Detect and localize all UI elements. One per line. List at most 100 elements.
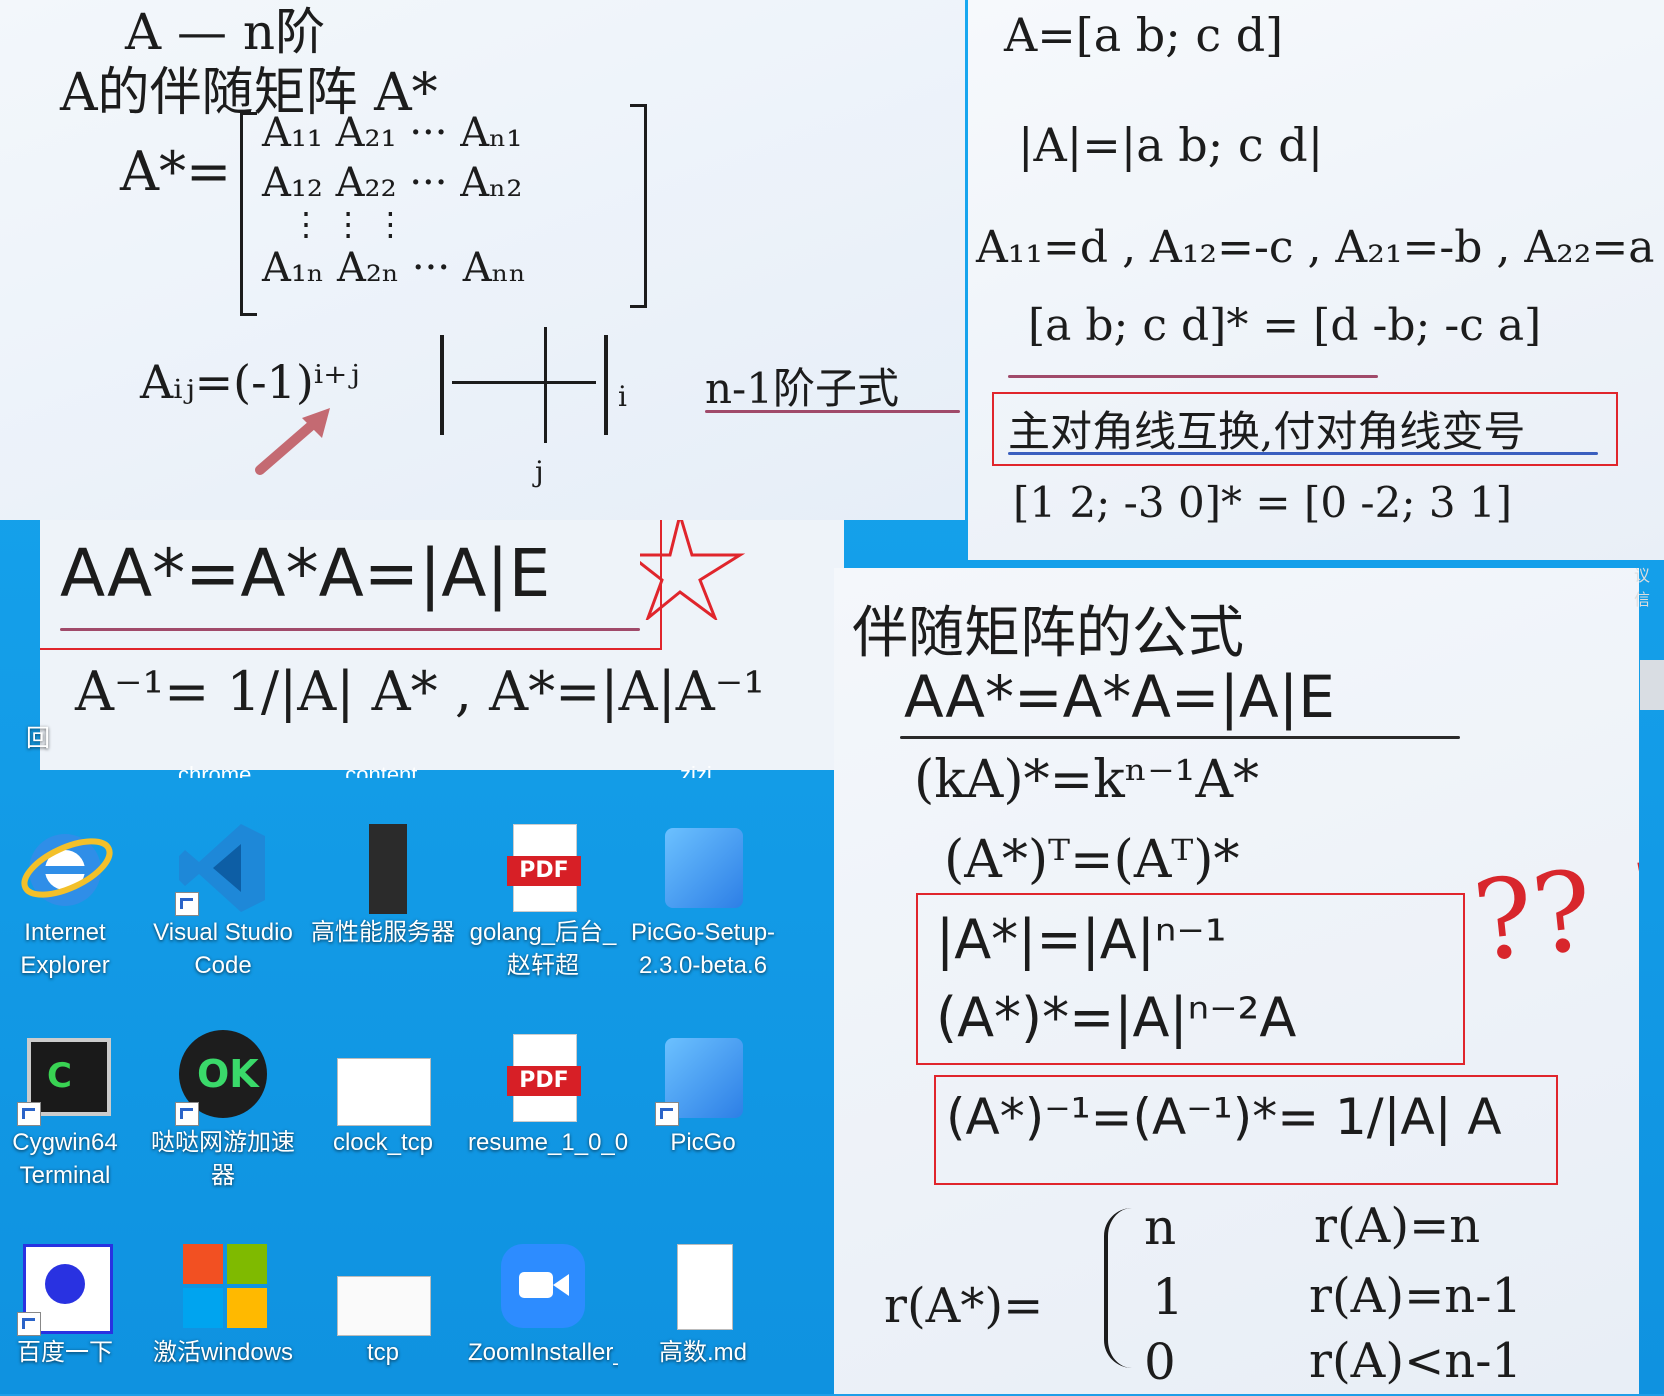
icon-label: PicGo [670, 1129, 736, 1156]
rank-label: r(A*)= [884, 1278, 1044, 1334]
icon-label: Internet Explorer [20, 919, 110, 979]
minor-determinant [440, 327, 608, 443]
arrow-icon [255, 408, 330, 475]
scribble-question-marks: ?? ! [1467, 838, 1639, 986]
partial-label-chrome[interactable]: chrome [178, 762, 251, 778]
notes-panel-2x2-example: A=[a b; c d] |A|=|a b; c d| A₁₁=d , A₁₂=… [968, 0, 1664, 560]
adjugate-rule: [a b; c d]* = [d -b; -c a] [1028, 300, 1542, 351]
cofactor-values: A₁₁=d , A₁₂=-c , A₂₁=-b , A₂₂=a [976, 222, 1655, 273]
shortcut-arrow-icon [175, 1102, 199, 1126]
formula-inverse-adjugate: (A*)⁻¹=(A⁻¹)*= 1/|A| A [946, 1088, 1502, 1146]
desktop-icon-golang-pdf[interactable]: PDF golang_后台_赵轩超 [468, 820, 618, 982]
icon-label: golang_后台_赵轩超 [469, 919, 617, 979]
desktop-icon-gaoshu-md[interactable]: 高数.md [628, 1240, 778, 1369]
rank-case-value-2: 1 [1152, 1268, 1184, 1326]
matrix-row-1: A₁₁ A₂₁ ··· Aₙ₁ [262, 110, 523, 156]
book-icon [335, 820, 431, 916]
formula-identity: AA*=A*A=|A|E [904, 663, 1335, 731]
desktop-icon-tcp[interactable]: tcp [308, 1240, 458, 1369]
shortcut-arrow-icon [175, 892, 199, 916]
minor-note-underline [705, 410, 960, 413]
inverse-formula: A⁻¹= 1/|A| A* , A*=|A|A⁻¹ [75, 660, 765, 723]
zoom-icon [495, 1240, 591, 1336]
desktop-icon-internet-explorer[interactable]: Internet Explorer [0, 820, 140, 982]
picgo-icon [655, 1030, 751, 1126]
partial-icon-left[interactable]: 回 [26, 718, 50, 753]
notes-panel-adjugate-formulas: 伴随矩阵的公式 AA*=A*A=|A|E (kA)*=kⁿ⁻¹A* (A*)ᵀ=… [834, 568, 1639, 1394]
identity-formula: AA*=A*A=|A|E [60, 535, 551, 612]
doc-icon [335, 1240, 431, 1336]
rank-case-value-3: 0 [1144, 1333, 1176, 1391]
desktop-icon-dada[interactable]: OK 哒哒网游加速器 [148, 1030, 298, 1192]
index-j: j [535, 455, 544, 488]
index-i: i [618, 380, 627, 413]
swap-rule-underline [1008, 452, 1598, 455]
adjugate-rule-underline [1008, 375, 1378, 378]
icon-label: 激活windows [152, 1339, 294, 1366]
edge-text: 议信 [1634, 568, 1651, 609]
icon-label: ZoomInstaller_32.5.6.1.6 [468, 1339, 618, 1366]
edge-scrollbar[interactable] [1640, 660, 1664, 710]
swap-rule-note: 主对角线互换,付对角线变号 [1008, 407, 1526, 456]
matrix-row-2: A₁₂ A₂₂ ··· Aₙ₂ [262, 160, 523, 206]
desktop-icon-vscode[interactable]: Visual Studio Code [148, 820, 298, 982]
matrix-row-4: A₁ₙ A₂ₙ ··· Aₙₙ [262, 245, 527, 291]
icon-label: Cygwin64 Terminal [12, 1129, 118, 1189]
shortcut-arrow-icon [655, 1102, 679, 1126]
notes-panel-adjugate-definition: A — n阶 A的伴随矩阵 A* A*= A₁₁ A₂₁ ··· Aₙ₁ A₁₂… [0, 0, 965, 520]
shortcut-arrow-icon [17, 1312, 41, 1336]
determinant-a: |A|=|a b; c d| [1018, 118, 1324, 172]
icon-label: resume_1_0_0 [468, 1129, 629, 1156]
icon-label: clock_tcp [332, 1129, 434, 1156]
desktop-icon-clock-tcp[interactable]: clock_tcp [308, 1030, 458, 1159]
adjugate-label: A*= [120, 140, 232, 203]
icon-label: PicGo-Setup-2.3.0-beta.6 [630, 919, 776, 979]
picgo-icon [655, 820, 751, 916]
partial-label-zizi[interactable]: zizi [680, 762, 712, 778]
desktop-icon-cygwin[interactable]: C Cygwin64 Terminal [0, 1030, 140, 1192]
formula-transpose: (A*)ᵀ=(Aᵀ)* [944, 830, 1240, 890]
icon-label: 高性能服务器 [311, 919, 455, 946]
star-icon [640, 520, 746, 620]
rank-case-cond-1: r(A)=n [1314, 1198, 1481, 1254]
matrix-right-bracket [630, 104, 647, 308]
formula-scalar: (kA)*=kⁿ⁻¹A* [914, 750, 1260, 810]
pdf-icon: PDF [495, 820, 591, 916]
rank-brace [1104, 1208, 1132, 1368]
icon-label: 哒哒网游加速器 [151, 1129, 295, 1189]
icon-label: tcp [366, 1339, 399, 1366]
formulas-title: 伴随矩阵的公式 [852, 601, 1244, 666]
identity-underline [60, 628, 640, 631]
desktop-icon-book[interactable]: 高性能服务器 [308, 820, 458, 949]
baidu-icon [17, 1240, 113, 1336]
matrix-a-definition: A=[a b; c d] [1004, 8, 1284, 62]
windows-icon [175, 1240, 271, 1336]
pdf-icon: PDF [495, 1030, 591, 1126]
icon-label: Visual Studio Code [153, 919, 293, 979]
vscode-icon [175, 820, 271, 916]
ie-icon [17, 820, 113, 916]
desktop-icon-activate-windows[interactable]: 激活windows [148, 1240, 298, 1369]
shortcut-arrow-icon [17, 1102, 41, 1126]
doc-icon [335, 1030, 431, 1126]
rank-case-value-1: n [1144, 1198, 1177, 1256]
partial-label-content[interactable]: _content [333, 762, 417, 778]
desktop-icon-picgo[interactable]: PicGo [628, 1030, 778, 1159]
notes-panel-key-identity: AA*=A*A=|A|E A⁻¹= 1/|A| A* , A*=|A|A⁻¹ [40, 520, 844, 770]
rank-case-cond-2: r(A)=n-1 [1309, 1268, 1522, 1324]
file-icon [655, 1240, 751, 1336]
dada-icon: OK [175, 1030, 271, 1126]
desktop-icon-baidu[interactable]: 百度一下 [0, 1240, 140, 1369]
matrix-row-3: ⋮ ⋮ ⋮ [290, 205, 407, 243]
formula-identity-underline [900, 736, 1460, 739]
adjugate-example: [1 2; -3 0]* = [0 -2; 3 1] [1013, 478, 1512, 527]
desktop-icon-resume-pdf[interactable]: PDF resume_1_0_0 [468, 1030, 629, 1159]
icon-label: 百度一下 [17, 1339, 113, 1366]
matrix-left-bracket [240, 112, 257, 316]
rank-case-cond-3: r(A)<n-1 [1309, 1333, 1522, 1389]
desktop-icon-picgo-setup[interactable]: PicGo-Setup-2.3.0-beta.6 [628, 820, 778, 982]
minor-note: n-1阶子式 [705, 364, 899, 413]
icon-label: 高数.md [658, 1339, 747, 1366]
formula-det-adjugate: |A*|=|A|ⁿ⁻¹ [936, 908, 1227, 971]
desktop-icon-zoom-installer[interactable]: ZoomInstaller_32.5.6.1.6 [468, 1240, 618, 1396]
